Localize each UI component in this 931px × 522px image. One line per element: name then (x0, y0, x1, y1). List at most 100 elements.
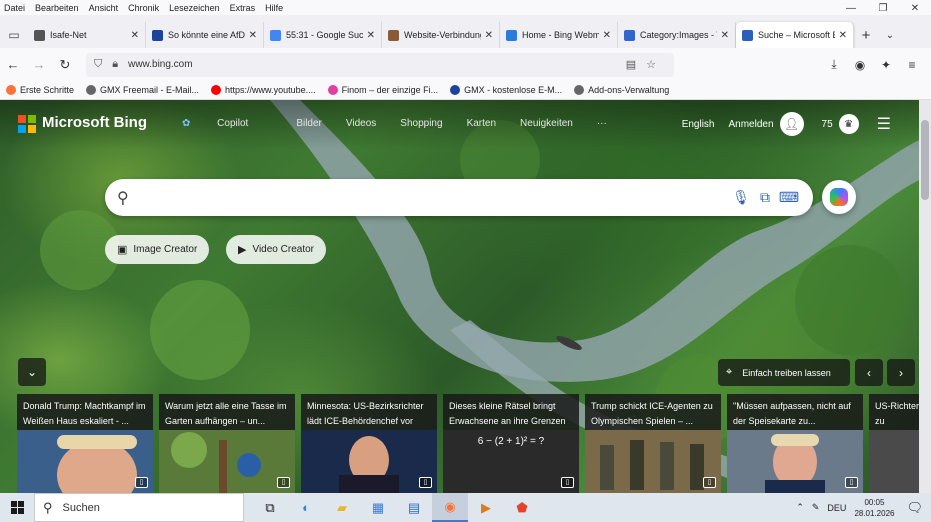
nav-shopping[interactable]: Shopping (400, 118, 442, 129)
news-card[interactable]: Trump schickt ICE-Agenten zu Olympischen… (585, 394, 721, 493)
bookmark-4[interactable]: GMX - kostenlose E-M... (450, 85, 562, 95)
edge-icon[interactable]: ◐ (288, 493, 324, 522)
account-icon[interactable]: ◉ (847, 58, 873, 72)
back-arrow-icon[interactable]: ← (0, 57, 26, 72)
new-tab-icon[interactable]: + (854, 27, 878, 44)
tray-chevron-icon[interactable]: ⌃ (796, 502, 804, 513)
news-card[interactable]: US-Richter zu verweig... (869, 394, 919, 493)
signin-link[interactable]: Anmelden (729, 119, 774, 130)
image-creator-button[interactable]: ▣ Image Creator (105, 235, 210, 264)
menu-datei[interactable]: Datei (4, 3, 25, 13)
task-view-icon[interactable]: ⧉ (252, 493, 288, 522)
search-input[interactable] (136, 182, 729, 213)
rewards-icon[interactable]: ♛ (838, 114, 859, 134)
notes-icon[interactable]: ▤ (396, 493, 432, 522)
reload-icon[interactable]: ↻ (52, 57, 78, 73)
search-icon[interactable]: ⚲ (117, 188, 129, 208)
url-text[interactable]: www.bing.com (128, 59, 626, 70)
tab-1[interactable]: So könnte eine AfD- ✕ (146, 22, 264, 48)
drift-button[interactable]: ⌖ Einfach treiben lassen (718, 359, 850, 386)
search-icon: ⚲ (43, 499, 53, 515)
news-card[interactable]: "Müssen aufpassen, nicht auf der Speisek… (727, 394, 863, 493)
visual-search-icon[interactable]: ⧉ (753, 189, 777, 206)
news-card[interactable]: Donald Trump: Machtkampf im Weißen Haus … (17, 394, 153, 493)
news-card[interactable]: Minnesota: US-Bezirksrichter lädt ICE-Be… (301, 394, 437, 493)
start-button[interactable] (0, 493, 34, 522)
page-scrollbar[interactable] (919, 100, 931, 493)
menu-ansicht[interactable]: Ansicht (89, 3, 119, 13)
hamburger-menu-icon[interactable]: ☰ (877, 114, 891, 134)
tab-0[interactable]: Isafe-Net ✕ (28, 22, 146, 48)
bookmark-3[interactable]: Finom – der einzige Fi... (327, 85, 438, 95)
menu-hilfe[interactable]: Hilfe (265, 3, 283, 13)
close-tab-icon[interactable]: ✕ (249, 30, 257, 41)
bookmark-5[interactable]: Add-ons-Verwaltung (574, 85, 669, 95)
nav-bilder[interactable]: Bilder (296, 118, 322, 129)
app-menu-icon[interactable]: ≡ (899, 58, 925, 72)
news-card[interactable]: Warum jetzt alle eine Tasse im Garten au… (159, 394, 295, 493)
close-tab-icon[interactable]: ✕ (131, 30, 139, 41)
tab-5[interactable]: Category:Images - W ✕ (618, 22, 736, 48)
close-tab-icon[interactable]: ✕ (839, 30, 847, 41)
next-image-button[interactable]: › (887, 359, 915, 386)
lock-icon[interactable]: 🔒︎ (112, 58, 118, 71)
tab-favicon-icon (742, 29, 753, 41)
nav-copilot[interactable]: ✿ Copilot (182, 118, 272, 129)
microphone-icon[interactable]: 🎙︎ (729, 189, 753, 206)
video-creator-button[interactable]: ▶ Video Creator (226, 235, 326, 264)
url-bar[interactable]: ⛉ 🔒︎ www.bing.com ▤ ☆ (86, 52, 674, 77)
bookmark-star-icon[interactable]: ☆ (646, 58, 656, 71)
tab-4[interactable]: Home - Bing Webma ✕ (500, 22, 618, 48)
nav-karten[interactable]: Karten (467, 118, 496, 129)
scrollbar-thumb[interactable] (921, 120, 929, 200)
close-window-icon[interactable]: ✕ (899, 0, 931, 18)
language-link[interactable]: English (682, 119, 715, 130)
extensions-icon[interactable]: ✦ (873, 58, 899, 72)
tab-overview-icon[interactable]: ▭ (0, 22, 28, 48)
news-card[interactable]: Dieses kleine Rätsel bringt Erwachsene a… (443, 394, 579, 493)
avatar-icon[interactable]: 👤︎ (779, 112, 804, 136)
bing-brand[interactable]: Microsoft Bing (42, 114, 147, 131)
bookmark-0[interactable]: Erste Schritte (6, 85, 74, 95)
bookmark-1[interactable]: GMX Freemail - E-Mail... (86, 85, 199, 95)
notification-icon[interactable]: 🗨︎ (906, 500, 923, 516)
tab-2[interactable]: 55:31 - Google Such ✕ (264, 22, 382, 48)
tab-3[interactable]: Website-Verbindung ✕ (382, 22, 500, 48)
nav-videos[interactable]: Videos (346, 118, 376, 129)
bookmark-favicon-icon (574, 85, 585, 95)
restore-icon[interactable]: ❐ (867, 0, 899, 18)
nav-more[interactable]: ··· (597, 118, 607, 129)
close-tab-icon[interactable]: ✕ (367, 30, 375, 41)
tab-6[interactable]: Suche – Microsoft Bi ✕ (736, 22, 854, 48)
previous-image-button[interactable]: ‹ (855, 359, 883, 386)
shield-icon[interactable]: ⛉ (94, 58, 102, 71)
file-explorer-icon[interactable]: ▰ (324, 493, 360, 522)
close-tab-icon[interactable]: ✕ (721, 30, 729, 41)
shield-app-icon[interactable]: ⬟ (504, 493, 540, 522)
chevron-down-icon[interactable]: ⌄ (878, 30, 902, 41)
keyboard-language[interactable]: DEU (827, 503, 846, 513)
download-icon[interactable]: ⤓ (821, 57, 847, 72)
copilot-button[interactable] (822, 180, 856, 214)
menu-bearbeiten[interactable]: Bearbeiten (35, 3, 79, 13)
bookmark-2[interactable]: https://www.youtube.... (211, 85, 316, 95)
menu-extras[interactable]: Extras (230, 3, 256, 13)
menu-lesezeichen[interactable]: Lesezeichen (169, 3, 220, 13)
pen-icon[interactable]: ✎ (812, 502, 820, 513)
forward-arrow-icon[interactable]: → (26, 57, 52, 72)
close-tab-icon[interactable]: ✕ (485, 30, 493, 41)
clock[interactable]: 00:05 28.01.2026 (854, 497, 894, 519)
minimize-icon[interactable]: — (835, 0, 867, 18)
store-icon[interactable]: ▦ (360, 493, 396, 522)
media-player-icon[interactable]: ▶ (468, 493, 504, 522)
rewards-points[interactable]: 75 (822, 119, 833, 130)
nav-neuigkeiten[interactable]: Neuigkeiten (520, 118, 573, 129)
firefox-icon[interactable]: ◉ (432, 493, 468, 522)
close-tab-icon[interactable]: ✕ (603, 30, 611, 41)
keyboard-icon[interactable]: ⌨ (777, 189, 801, 206)
reader-view-icon[interactable]: ▤ (626, 58, 636, 71)
taskbar-search[interactable]: ⚲ Suchen (34, 493, 244, 522)
menu-chronik[interactable]: Chronik (128, 3, 159, 13)
microsoft-logo-icon[interactable] (18, 115, 36, 133)
collapse-feed-button[interactable]: ⌄ (18, 358, 46, 386)
